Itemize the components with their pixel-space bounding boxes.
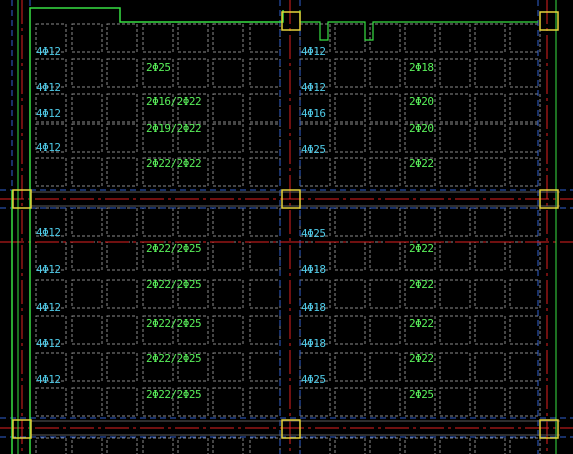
right-cyan-label: 4Φ18 bbox=[301, 337, 326, 350]
right-green-label: 2Φ25 bbox=[409, 388, 434, 401]
left-green-label: 2Φ22/2Φ25 bbox=[146, 317, 202, 330]
right-green-label: 2Φ22 bbox=[409, 242, 434, 255]
right-green-label: 2Φ22 bbox=[409, 317, 434, 330]
left-green-label: 2Φ22/2Φ25 bbox=[146, 388, 202, 401]
right-cyan-label: 4Φ12 bbox=[301, 45, 326, 58]
right-cyan-label: 4Φ12 bbox=[301, 81, 326, 94]
right-green-label: 2Φ20 bbox=[409, 122, 434, 135]
right-cyan-label: 4Φ16 bbox=[301, 107, 326, 120]
right-green-label: 2Φ18 bbox=[409, 61, 434, 74]
right-cyan-label: 4Φ18 bbox=[301, 263, 326, 276]
left-green-label: 2Φ22/2Φ25 bbox=[146, 242, 202, 255]
rebar-labels-layer: 4Φ12 4Φ12 4Φ12 4Φ12 4Φ12 4Φ12 4Φ12 4Φ12 … bbox=[0, 0, 573, 454]
left-green-label: 2Φ22/2Φ22 bbox=[146, 157, 202, 170]
left-green-label: 2Φ25 bbox=[146, 61, 171, 74]
left-cyan-label: 4Φ12 bbox=[36, 373, 61, 386]
right-green-label: 2Φ22 bbox=[409, 352, 434, 365]
left-green-label: 2Φ22/2Φ25 bbox=[146, 278, 202, 291]
right-cyan-label: 4Φ25 bbox=[301, 143, 326, 156]
left-green-label: 2Φ16/2Φ22 bbox=[146, 95, 202, 108]
right-green-label: 2Φ22 bbox=[409, 278, 434, 291]
left-cyan-label: 4Φ12 bbox=[36, 81, 61, 94]
left-cyan-label: 4Φ12 bbox=[36, 263, 61, 276]
left-green-label: 2Φ22/2Φ25 bbox=[146, 352, 202, 365]
right-cyan-label: 4Φ25 bbox=[301, 227, 326, 240]
left-cyan-label: 4Φ12 bbox=[36, 45, 61, 58]
left-green-label: 2Φ19/2Φ22 bbox=[146, 122, 202, 135]
left-cyan-label: 4Φ12 bbox=[36, 107, 61, 120]
right-green-label: 2Φ22 bbox=[409, 157, 434, 170]
right-cyan-label: 4Φ25 bbox=[301, 373, 326, 386]
left-cyan-label: 4Φ12 bbox=[36, 226, 61, 239]
left-cyan-label: 4Φ12 bbox=[36, 141, 61, 154]
left-cyan-label: 4Φ12 bbox=[36, 301, 61, 314]
right-cyan-label: 4Φ18 bbox=[301, 301, 326, 314]
right-green-label: 2Φ20 bbox=[409, 95, 434, 108]
left-cyan-label: 4Φ12 bbox=[36, 337, 61, 350]
